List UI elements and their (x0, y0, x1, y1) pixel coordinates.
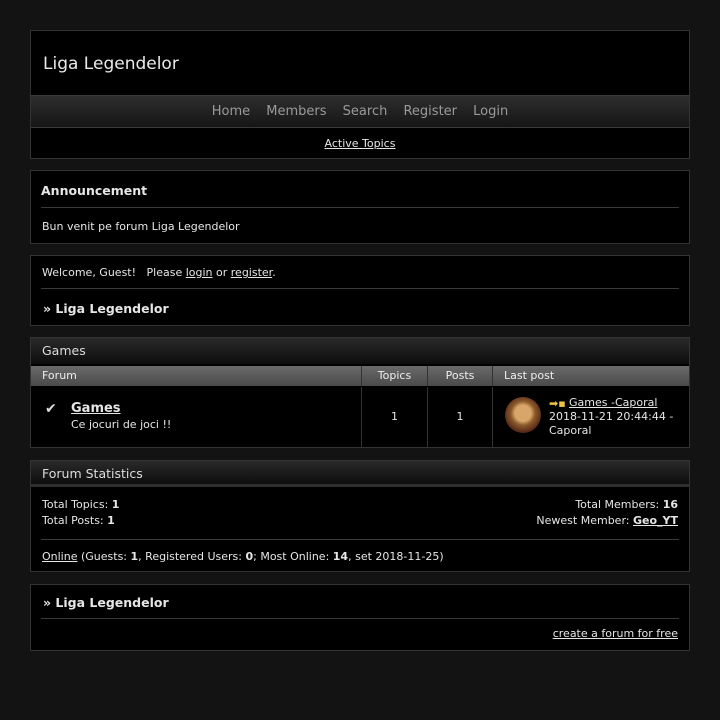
forum-table-header: Forum Topics Posts Last post (31, 366, 689, 386)
newest-member: Newest Member: Geo_YT (536, 514, 678, 527)
newest-member-label: Newest Member: (536, 514, 633, 527)
posts-count: 1 (428, 387, 493, 447)
guests-label: (Guests: (77, 550, 131, 563)
most-online-date: , set 2018-11-25) (348, 550, 444, 563)
last-post-user: Caporal (549, 424, 592, 437)
breadcrumb[interactable]: » Liga Legendelor (43, 301, 169, 316)
register-link[interactable]: register (231, 266, 272, 279)
col-posts: Posts (428, 366, 493, 386)
nav-search[interactable]: Search (343, 104, 388, 119)
col-forum: Forum (31, 366, 362, 386)
forum-statistics: Forum Statistics Total Topics: 1 Total P… (30, 460, 690, 572)
registered-label: , Registered Users: (138, 550, 246, 563)
total-posts-label: Total Posts: (42, 514, 108, 527)
divider (41, 288, 679, 289)
avatar[interactable] (505, 397, 541, 433)
active-topics-row: Active Topics (31, 137, 689, 150)
active-topics-link[interactable]: Active Topics (325, 137, 396, 150)
login-link[interactable]: login (186, 266, 213, 279)
create-forum-link[interactable]: create a forum for free (553, 627, 678, 640)
forum-link-games[interactable]: Games (71, 401, 121, 416)
nav-login[interactable]: Login (473, 104, 508, 119)
online-stats: Online (Guests: 1, Registered Users: 0; … (42, 550, 444, 563)
site-title[interactable]: Liga Legendelor (43, 54, 179, 74)
divider (41, 618, 679, 619)
total-members-value: 16 (662, 498, 678, 511)
forum-cell: ✔ Games Ce jocuri de joci !! (31, 387, 362, 447)
welcome-or: or (212, 266, 231, 279)
nav-register[interactable]: Register (403, 104, 457, 119)
last-post-cell: ➡▪ Games -Caporal 2018-11-21 20:44:44 - … (493, 387, 689, 447)
total-posts: Total Posts: 1 (42, 514, 115, 527)
welcome-message: Welcome, Guest! Please login or register… (42, 266, 276, 279)
last-post-date: 2018-11-21 20:44:44 - (549, 410, 674, 423)
last-post-arrow-icon[interactable]: ➡▪ (549, 397, 566, 410)
col-topics: Topics (362, 366, 428, 386)
forum-read-icon: ✔ (45, 401, 57, 417)
welcome-prefix: Welcome, Guest! Please (42, 266, 186, 279)
nav-members[interactable]: Members (266, 104, 326, 119)
footer-box: » Liga Legendelor create a forum for fre… (30, 584, 690, 651)
divider (41, 207, 679, 208)
online-link[interactable]: Online (42, 550, 77, 563)
total-topics-label: Total Topics: (42, 498, 112, 511)
announcement-title: Announcement (41, 183, 148, 198)
table-row: ✔ Games Ce jocuri de joci !! 1 1 ➡▪ Game… (31, 387, 689, 447)
welcome-box: Welcome, Guest! Please login or register… (30, 255, 690, 326)
last-post-link[interactable]: Games -Caporal (569, 396, 657, 409)
newest-member-link[interactable]: Geo_YT (633, 514, 678, 527)
announcement-text: Bun venit pe forum Liga Legendelor (42, 220, 240, 233)
total-members: Total Members: 16 (575, 498, 678, 511)
main-navbar: Home Members Search Register Login (31, 95, 689, 128)
category-title[interactable]: Games (31, 338, 689, 364)
divider (41, 539, 679, 540)
registered-value: 0 (245, 550, 254, 563)
welcome-suffix: . (272, 266, 276, 279)
most-online-label: ; Most Online: (253, 550, 333, 563)
total-posts-value: 1 (107, 514, 115, 527)
breadcrumb-footer[interactable]: » Liga Legendelor (43, 595, 169, 610)
nav-home[interactable]: Home (212, 104, 250, 119)
total-members-label: Total Members: (575, 498, 663, 511)
statistics-title: Forum Statistics (31, 461, 689, 487)
total-topics-value: 1 (111, 498, 120, 511)
forum-category-games: Games Forum Topics Posts Last post ✔ Gam… (30, 337, 690, 448)
announcement-box: Announcement Bun venit pe forum Liga Leg… (30, 170, 690, 244)
col-last-post: Last post (504, 369, 555, 382)
topics-count: 1 (362, 387, 428, 447)
total-topics: Total Topics: 1 (42, 498, 119, 511)
forum-description: Ce jocuri de joci !! (71, 418, 172, 431)
site-header: Liga Legendelor Home Members Search Regi… (30, 30, 690, 159)
most-online-value: 14 (332, 550, 349, 563)
